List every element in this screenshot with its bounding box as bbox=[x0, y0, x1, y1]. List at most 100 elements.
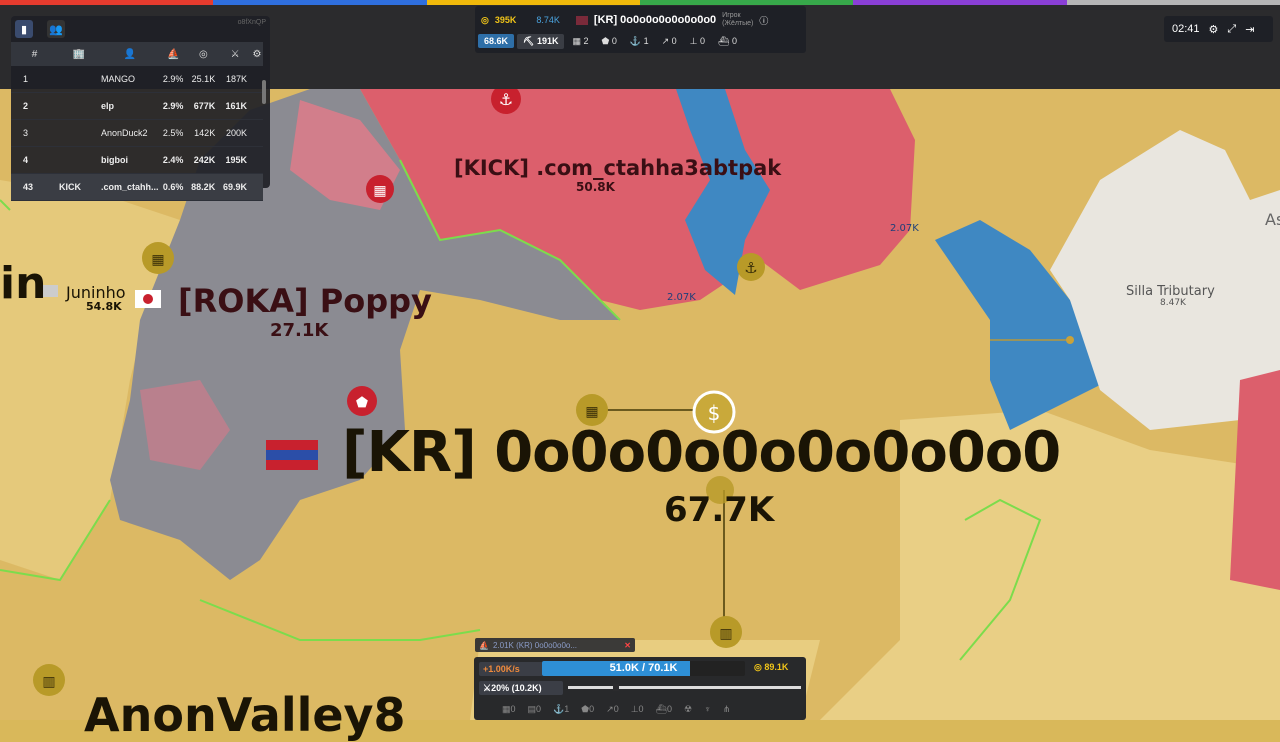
player-name: .com_ctahh... bbox=[100, 173, 160, 201]
workers-value: 191K bbox=[536, 35, 559, 46]
defense-count-value: 0 bbox=[611, 35, 617, 46]
shield-glyph: ⬟ bbox=[356, 395, 368, 411]
gold-rate: 8.74K bbox=[536, 15, 560, 25]
table-row[interactable]: 3 AnonDuck2 2.5% 142K 200K bbox=[11, 119, 263, 147]
attack-notification[interactable]: ⛵ 2.01K (KR) 0o0o0o0o... ✕ bbox=[475, 638, 635, 652]
player-name: bigboi bbox=[100, 146, 160, 174]
trade-node bbox=[1066, 336, 1074, 344]
close-icon[interactable]: ✕ bbox=[624, 641, 631, 650]
anchor-glyph-kr: ⚓ bbox=[744, 259, 757, 277]
stripe-yellow bbox=[426, 0, 640, 5]
header-troops-icon[interactable]: ⚔ bbox=[219, 42, 251, 66]
rank: 1 bbox=[11, 66, 58, 93]
clan-tag bbox=[58, 92, 100, 120]
table-row-current-player[interactable]: 43 KICK .com_ctahh... 0.6% 88.2K 69.9K bbox=[11, 173, 263, 201]
silla-troops: 8.47K bbox=[1160, 298, 1186, 308]
attack-ratio-value: 20% (10.2K) bbox=[491, 683, 542, 693]
troops: 187K bbox=[219, 66, 251, 93]
header-gold-icon[interactable]: ◎ bbox=[187, 42, 220, 66]
table-row[interactable]: 2 elp 2.9% 677K 161K bbox=[11, 92, 263, 120]
leaderboard-tabs: ▮ 👥 o8fXnQP bbox=[11, 16, 270, 42]
header-land-icon[interactable]: ⛵ bbox=[159, 42, 188, 66]
gold-balance-value: 89.1K bbox=[764, 662, 789, 672]
header-settings-icon[interactable]: ⚙ bbox=[250, 42, 263, 66]
clan-tag bbox=[58, 66, 100, 93]
kr-flag-stripe bbox=[266, 450, 318, 460]
troops: 69.9K bbox=[219, 173, 251, 201]
build-sam-button[interactable]: ⊥0 bbox=[631, 704, 644, 715]
hydrogen-bomb-icon[interactable]: ♆ bbox=[704, 704, 711, 715]
build-shield-button[interactable]: ⬟0 bbox=[581, 704, 594, 715]
kr-player-name: [KR] 0o0o0o0o0o0o0o0 bbox=[342, 420, 1061, 485]
city-count: ▦ 2 bbox=[572, 35, 589, 46]
troop-rate: +1.00K/s bbox=[479, 662, 543, 676]
build-city-button[interactable]: ▦0 bbox=[502, 704, 516, 715]
table-row[interactable]: 1 MANGO 2.9% 25.1K 187K bbox=[11, 66, 263, 93]
build-count: 1 bbox=[564, 704, 570, 714]
sword-icon: ⚔ bbox=[483, 682, 492, 693]
chart-icon[interactable]: ▮ bbox=[15, 20, 33, 38]
defense-count: ⬟ 0 bbox=[601, 35, 617, 46]
attack-ratio-slider[interactable] bbox=[568, 684, 801, 691]
land-percent: 2.5% bbox=[159, 119, 188, 147]
header-clan-icon[interactable]: 🏢 bbox=[58, 42, 100, 66]
rank: 2 bbox=[11, 92, 58, 120]
leaderboard-table: # 🏢 👤 ⛵ ◎ ⚔ ⚙ 1 MANGO 2.9% 25.1K 187K 2 … bbox=[11, 42, 263, 201]
sam-count: ⊥ 0 bbox=[689, 35, 706, 46]
info-icon[interactable]: ⓘ bbox=[759, 14, 768, 27]
rank: 43 bbox=[11, 173, 58, 201]
attack-ratio: ⚔ 20% (10.2K) bbox=[479, 681, 563, 695]
team-icon[interactable]: 👥 bbox=[47, 20, 65, 38]
exit-icon[interactable]: ⇥ bbox=[1245, 23, 1254, 36]
gold: 142K bbox=[187, 119, 220, 147]
header-player-icon[interactable]: 👤 bbox=[100, 42, 160, 66]
top-right-controls: 02:41 ⚙ ⤢ ⇥ bbox=[1164, 16, 1273, 42]
player-info-panel: ◎ 395K 8.74K [KR] 0o0o0o0o0o0o0o0 Игрок(… bbox=[475, 6, 806, 53]
workers-icon: ⛏ bbox=[523, 35, 537, 46]
game-clock: 02:41 bbox=[1172, 23, 1200, 35]
build-count: 0 bbox=[589, 704, 595, 714]
troops: 161K bbox=[219, 92, 251, 120]
header-rank[interactable]: # bbox=[11, 42, 58, 66]
gold-amount: 395K bbox=[494, 15, 517, 25]
player-flag-icon bbox=[575, 15, 588, 25]
juninho-troops: 54.8K bbox=[86, 300, 122, 313]
stripe-red bbox=[0, 0, 214, 5]
fullscreen-icon[interactable]: ⤢ bbox=[1227, 23, 1236, 36]
player-name: [KR] 0o0o0o0o0o0o0o0 bbox=[593, 14, 717, 26]
anchor-glyph: ⚓ bbox=[499, 90, 513, 109]
player-name: MANGO bbox=[100, 66, 160, 93]
build-port-button[interactable]: ⚓1 bbox=[553, 704, 569, 715]
offscreen-player-name-right: As bbox=[1265, 210, 1280, 229]
table-row[interactable]: 4 bigboi 2.4% 242K 195K bbox=[11, 146, 263, 174]
leaderboard-scrollbar[interactable] bbox=[262, 68, 266, 176]
slider-knob[interactable] bbox=[613, 684, 619, 691]
land-percent: 2.4% bbox=[159, 146, 188, 174]
leaderboard-panel: ▮ 👥 o8fXnQP # 🏢 👤 ⛵ ◎ ⚔ ⚙ 1 MANGO 2.9% 2… bbox=[11, 16, 270, 201]
building-glyph-kr: ▦ bbox=[585, 404, 598, 420]
kr-troops: 67.7K bbox=[664, 490, 775, 530]
build-count: 0 bbox=[638, 704, 644, 714]
build-missile-button[interactable]: ↗0 bbox=[606, 704, 619, 715]
boat-icon: ⛵ bbox=[479, 640, 489, 650]
boat-troops-1: 2.07K bbox=[890, 223, 919, 234]
leaderboard-header: # 🏢 👤 ⛵ ◎ ⚔ ⚙ bbox=[11, 42, 263, 66]
build-count: 0 bbox=[613, 704, 619, 714]
gold: 677K bbox=[187, 92, 220, 120]
mirv-icon[interactable]: ⋔ bbox=[723, 704, 731, 715]
build-bar: ▦0 ▤0 ⚓1 ⬟0 ↗0 ⊥0 ⛴0 ☢ ♆ ⋔ bbox=[502, 704, 730, 715]
build-defense-button[interactable]: ▤0 bbox=[528, 704, 542, 715]
settings-icon[interactable]: ⚙ bbox=[1209, 23, 1219, 36]
stripe-green bbox=[639, 0, 854, 5]
troops: 200K bbox=[219, 119, 251, 147]
boat-troops-2: 2.07K bbox=[667, 292, 696, 303]
troops-bar: 51.0K / 70.1K bbox=[542, 661, 745, 676]
gold: 25.1K bbox=[187, 66, 220, 93]
player-stats-row: 68.6K ⛏ 191K ▦ 2 ⬟ 0 ⚓ 1 ↗ 0 ⊥ 0 ⛴ 0 bbox=[478, 33, 742, 49]
nuke-icon[interactable]: ☢ bbox=[684, 704, 692, 715]
bottom-player-name: AnonValley8 bbox=[84, 688, 406, 742]
clan-tag bbox=[58, 146, 100, 174]
build-warship-button[interactable]: ⛴0 bbox=[656, 704, 672, 715]
player-name: elp bbox=[100, 92, 160, 120]
factory-glyph-west: ▥ bbox=[42, 674, 55, 690]
